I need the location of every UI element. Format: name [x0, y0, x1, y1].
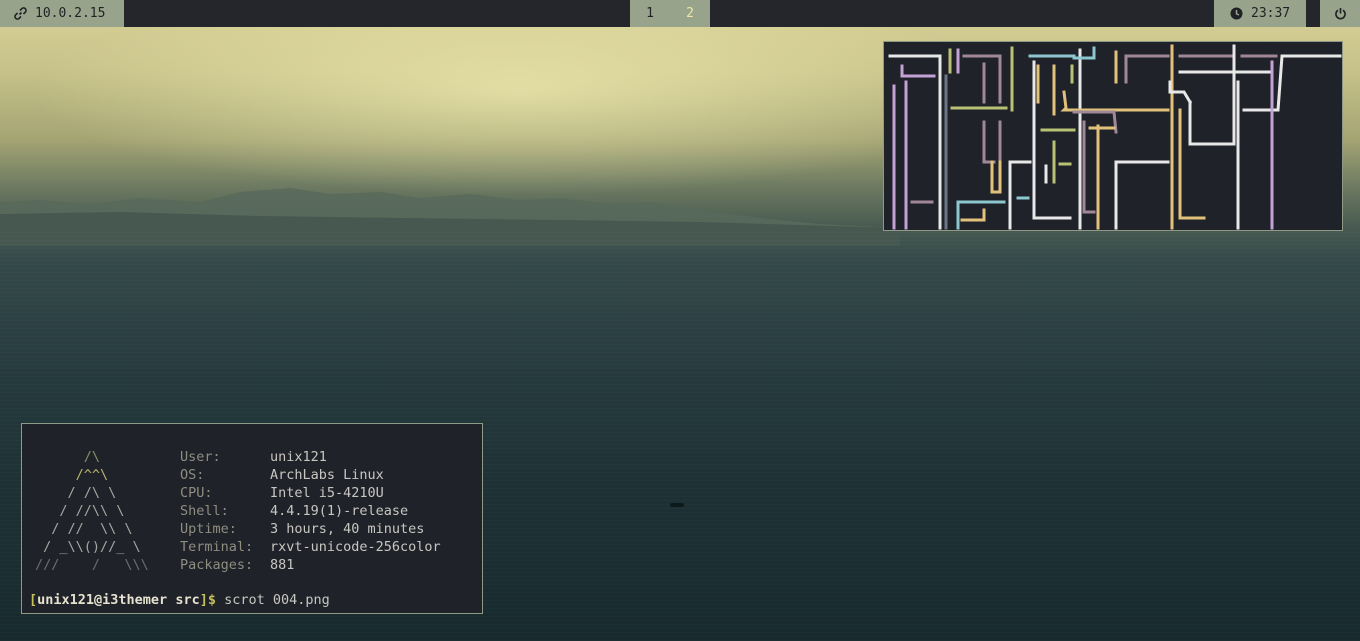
power-button[interactable]	[1320, 0, 1360, 27]
workspace-1[interactable]: 1	[630, 6, 670, 21]
top-bar: 10.0.2.15 1 2 23:37	[0, 0, 1360, 27]
workspace-switcher: 1 2	[630, 0, 710, 27]
pipes-animation	[888, 44, 1342, 230]
info-row-uptime: Uptime: 3 hours, 40 minutes	[180, 521, 425, 537]
info-row-packages: Packages: 881	[180, 557, 295, 573]
network-module[interactable]: 10.0.2.15	[0, 0, 124, 27]
prompt-directory: src	[175, 592, 200, 608]
clock-module[interactable]: 23:37	[1214, 0, 1306, 27]
clock-time: 23:37	[1251, 6, 1291, 21]
info-row-cpu: CPU: Intel i5-4210U	[180, 485, 384, 501]
clock-icon	[1230, 7, 1243, 20]
info-row-terminal: Terminal: rxvt-unicode-256color	[180, 539, 441, 555]
prompt-command: scrot 004.png	[215, 592, 330, 608]
power-icon	[1334, 8, 1346, 20]
system-info: User: unix121 OS: ArchLabs Linux CPU: Intel…	[180, 448, 441, 574]
ip-address: 10.0.2.15	[35, 6, 106, 21]
info-row-user: User: unix121	[180, 449, 327, 465]
workspace-2[interactable]: 2	[670, 6, 710, 21]
info-row-shell: Shell: 4.4.19(1)-release	[180, 503, 409, 519]
terminal-window[interactable]: /\ /^^\ / /\ \ / //\\ \ / // \\ \ / _\\(…	[21, 423, 483, 614]
link-icon	[14, 7, 27, 20]
pipes-window[interactable]	[883, 41, 1343, 231]
wallpaper-boat	[670, 503, 684, 507]
info-row-os: OS: ArchLabs Linux	[180, 467, 384, 483]
prompt-user-host: unix121@i3themer	[37, 592, 168, 608]
shell-prompt[interactable]: [unix121@i3themer src]$ scrot 004.png	[29, 592, 330, 608]
archlabs-logo: /\ /^^\ / /\ \ / //\\ \ / // \\ \ / _\\(…	[35, 449, 149, 573]
